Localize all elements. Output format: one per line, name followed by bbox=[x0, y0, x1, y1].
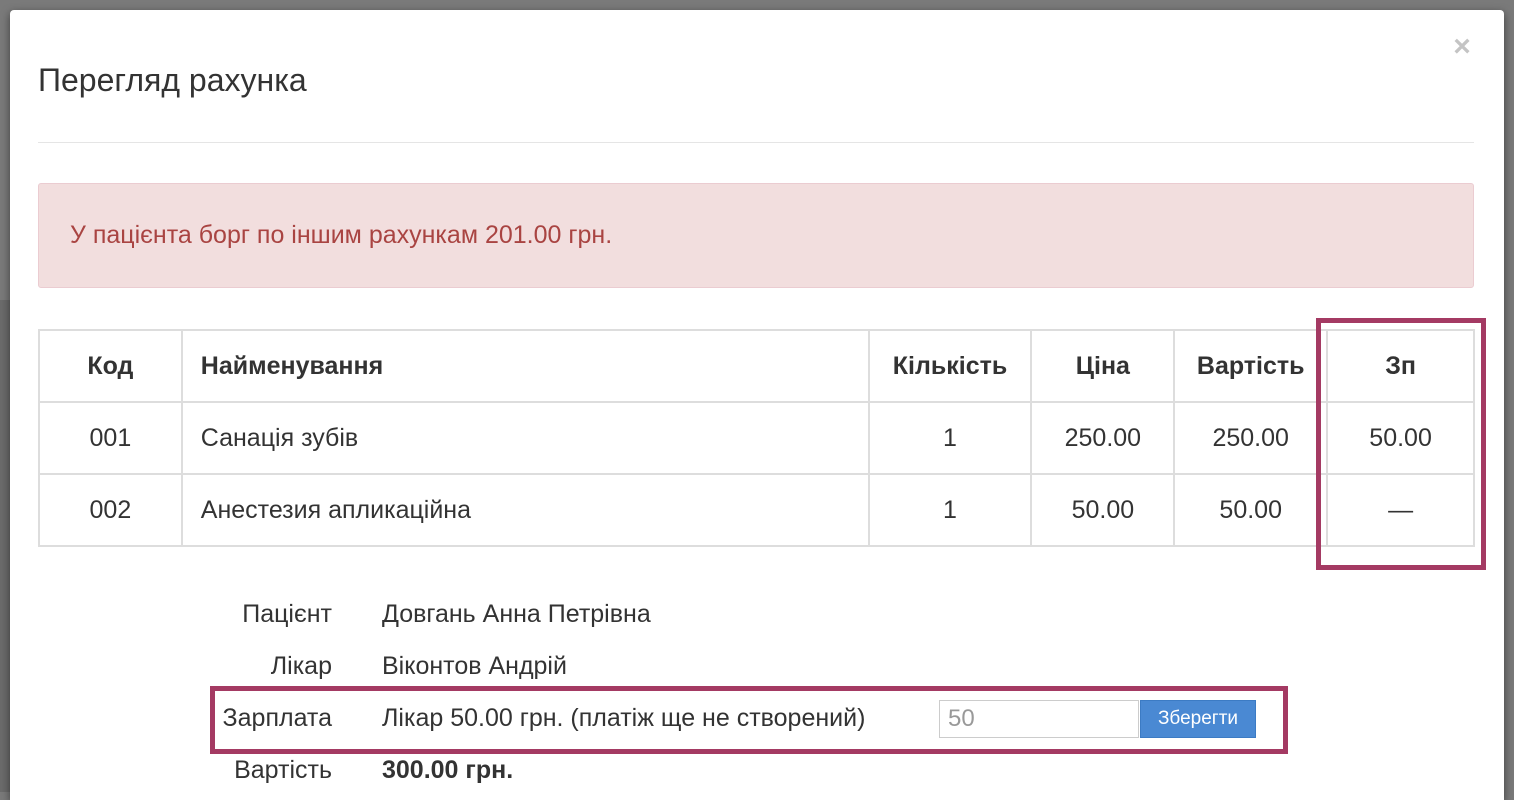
cell-salary: — bbox=[1326, 473, 1475, 547]
debt-alert: У пацієнта борг по іншим рахункам 201.00… bbox=[38, 183, 1474, 288]
page-backdrop bbox=[0, 300, 10, 792]
cell-cost: 250.00 bbox=[1173, 401, 1329, 475]
column-header-quantity: Кількість bbox=[867, 329, 1033, 403]
modal-title: Перегляд рахунка bbox=[38, 62, 307, 98]
patient-value: Довгань Анна Петрівна bbox=[382, 600, 651, 628]
doctor-value: Віконтов Андрій bbox=[382, 652, 567, 680]
salary-amount-input[interactable] bbox=[939, 700, 1139, 738]
cost-label: Вартість bbox=[234, 756, 332, 784]
title-divider bbox=[38, 142, 1474, 143]
invoice-items-table: Код Найменування Кількість Ціна Вартість… bbox=[38, 329, 1475, 547]
table-row: 002 Анестезия апликаційна 1 50.00 50.00 … bbox=[38, 473, 1475, 547]
close-icon[interactable]: × bbox=[1448, 30, 1476, 64]
salary-label: Зарплата bbox=[222, 704, 332, 732]
cost-value: 300.00 грн. bbox=[382, 756, 514, 784]
cell-cost: 50.00 bbox=[1173, 473, 1329, 547]
invoice-modal: × Перегляд рахунка У пацієнта борг по ін… bbox=[10, 10, 1504, 800]
cell-code: 002 bbox=[38, 473, 183, 547]
column-header-code: Код bbox=[38, 329, 183, 403]
cell-price: 50.00 bbox=[1030, 473, 1176, 547]
table-header-row: Код Найменування Кількість Ціна Вартість… bbox=[38, 329, 1475, 403]
cell-name: Анестезия апликаційна bbox=[180, 473, 870, 547]
column-header-name: Найменування bbox=[180, 329, 870, 403]
patient-label: Пацієнт bbox=[242, 600, 332, 628]
salary-value: Лікар 50.00 грн. (платіж ще не створений… bbox=[382, 704, 866, 732]
doctor-label: Лікар bbox=[270, 652, 332, 680]
debt-alert-text: У пацієнта борг по іншим рахункам 201.00… bbox=[70, 221, 613, 249]
cell-price: 250.00 bbox=[1030, 401, 1176, 475]
cell-quantity: 1 bbox=[867, 473, 1033, 547]
column-header-cost: Вартість bbox=[1173, 329, 1329, 403]
save-salary-button[interactable]: Зберегти bbox=[1140, 700, 1256, 738]
cell-salary: 50.00 bbox=[1326, 401, 1475, 475]
table-row: 001 Санація зубів 1 250.00 250.00 50.00 bbox=[38, 401, 1475, 475]
cell-name: Санація зубів bbox=[180, 401, 870, 475]
cell-code: 001 bbox=[38, 401, 183, 475]
cell-quantity: 1 bbox=[867, 401, 1033, 475]
column-header-price: Ціна bbox=[1030, 329, 1176, 403]
column-header-salary: Зп bbox=[1326, 329, 1475, 403]
